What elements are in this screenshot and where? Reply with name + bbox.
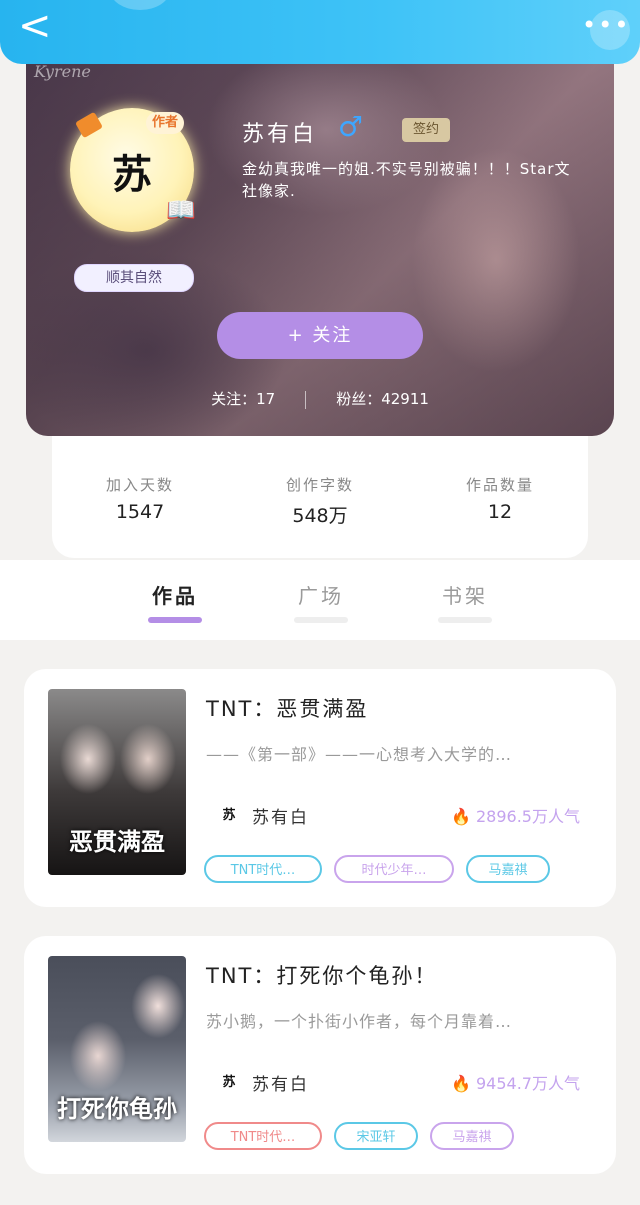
chevron-left-icon: < [18,3,52,49]
book-icon: 📖 [166,196,196,224]
decor-bubble [110,0,170,10]
more-options-button[interactable]: ••• [582,10,628,40]
top-bar: < ••• [0,0,640,64]
avatar-character: 苏 [112,151,152,198]
cover-title: 打死你龟孙 [57,1094,177,1123]
stat-label: 加入天数 [105,476,174,494]
popularity: 🔥 9454.7万人气 [451,1070,580,1094]
tag-chip[interactable]: 马嘉祺 [466,855,550,883]
tag-chip[interactable]: 时代少年… [334,855,454,883]
stat-work-count: 作品数量 12 [430,474,570,523]
stat-join-days: 加入天数 1547 [70,474,210,523]
follow-button[interactable]: + 关注 [217,312,423,359]
popularity-value: 9454.7万人气 [476,1074,580,1093]
author-mini-avatar: 苏 [222,808,236,823]
following-count[interactable]: 关注：17 [211,390,275,408]
tab-indicator [294,617,348,623]
author-mini-avatar: 苏 [222,1075,236,1090]
work-description: 苏小鹅，一个扑街小作者，每个月靠着… [206,1012,513,1031]
work-card[interactable]: 恶贯满盈 TNT：恶贯满盈 ——《第一部》——一心想考入大学的… 苏 苏有白 🔥… [24,669,616,907]
stat-value: 1547 [115,501,165,523]
background-watermark: Kyrene [34,62,91,81]
profile-hero: Kyrene 苏 作者 📖 顺其自然 苏有白 ♂ 签约 金幼真我唯一的姐.不实号… [26,50,614,436]
cover-title: 恶贯满盈 [69,827,165,856]
avatar[interactable]: 苏 作者 📖 [70,108,210,248]
tab-works[interactable]: 作品 [130,580,220,609]
male-gender-icon: ♂ [338,110,364,143]
author-tag: 作者 [146,112,184,134]
stat-label: 创作字数 [285,476,354,494]
tab-bookshelf[interactable]: 书架 [420,580,510,609]
tag-chip[interactable]: 马嘉祺 [430,1122,514,1150]
work-cover-image[interactable]: 恶贯满盈 [48,689,186,875]
fans-count[interactable]: 粉丝：42911 [336,390,429,408]
back-button[interactable]: < [18,6,54,48]
flame-icon: 🔥 [450,807,471,826]
work-description: ——《第一部》——一心想考入大学的… [206,745,513,764]
stats-card: 加入天数 1547 创作字数 548万 作品数量 12 [52,436,588,558]
stat-word-count: 创作字数 548万 [250,474,390,528]
follow-stats: 关注：17 粉丝：42911 [26,388,614,409]
stat-label: 作品数量 [465,476,534,494]
work-title: TNT：恶贯满盈 [206,697,369,721]
work-author: 苏有白 [252,1075,309,1095]
stat-value: 548万 [292,505,348,527]
motto-badge: 顺其自然 [74,264,194,292]
author-name: 苏有白 [242,122,318,147]
divider [305,390,307,409]
stat-value: 12 [487,501,513,523]
popularity: 🔥 2896.5万人气 [451,803,580,827]
signed-badge: 签约 [402,118,450,142]
work-card[interactable]: 打死你龟孙 TNT：打死你个龟孙！ 苏小鹅，一个扑街小作者，每个月靠着… 苏 苏… [24,936,616,1174]
work-cover-image[interactable]: 打死你龟孙 [48,956,186,1142]
work-author: 苏有白 [252,808,309,828]
tab-indicator [438,617,492,623]
work-title: TNT：打死你个龟孙！ [206,964,438,988]
popularity-value: 2896.5万人气 [476,807,580,826]
tab-square[interactable]: 广场 [276,580,366,609]
tag-chip[interactable]: TNT时代… [204,855,322,883]
tag-chip[interactable]: TNT时代… [204,1122,322,1150]
tag-chip[interactable]: 宋亚轩 [334,1122,418,1150]
flame-icon: 🔥 [450,1074,471,1093]
tab-active-indicator [148,617,202,623]
author-bio: 金幼真我唯一的姐.不实号别被骗！！！Star文社像家. [242,160,571,200]
more-dots-icon: ••• [582,11,631,39]
